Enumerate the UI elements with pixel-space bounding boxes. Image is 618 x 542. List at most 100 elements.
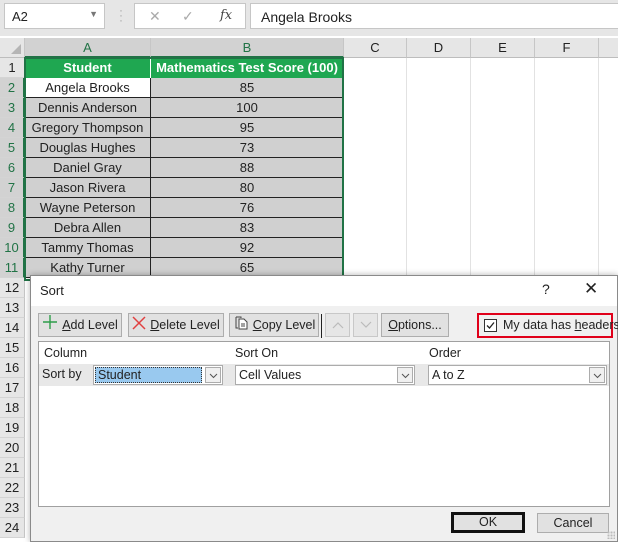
cell-b5[interactable]: 73: [151, 138, 344, 158]
row-header-23[interactable]: 23: [0, 498, 25, 518]
cell-b2[interactable]: 85: [151, 78, 344, 98]
chevron-down-icon: [360, 318, 372, 332]
row-header-20[interactable]: 20: [0, 438, 25, 458]
gridline: [598, 58, 599, 275]
cell-b10[interactable]: 92: [151, 238, 344, 258]
add-level-button[interactable]: Add Level: [38, 313, 122, 337]
cell-a4[interactable]: Gregory Thompson: [25, 118, 151, 138]
cell-a3[interactable]: Dennis Anderson: [25, 98, 151, 118]
row-header-10[interactable]: 10: [0, 238, 25, 258]
chevron-up-icon: [332, 318, 344, 332]
cell-a7[interactable]: Jason Rivera: [25, 178, 151, 198]
formula-bar: A2 ▼ · · · ✕ ✓ fx Angela Brooks: [0, 0, 618, 36]
row-header-4[interactable]: 4: [0, 118, 25, 138]
cell-a8[interactable]: Wayne Peterson: [25, 198, 151, 218]
sort-on-heading: Sort On: [235, 346, 279, 360]
cancel-button[interactable]: Cancel: [537, 513, 609, 533]
chevron-down-icon[interactable]: [589, 367, 605, 383]
checkbox-checked-icon[interactable]: [484, 319, 497, 332]
cell-b6[interactable]: 88: [151, 158, 344, 178]
dialog-title: Sort: [40, 283, 64, 298]
row-header-17[interactable]: 17: [0, 378, 25, 398]
cell-b3[interactable]: 100: [151, 98, 344, 118]
cell-b8[interactable]: 76: [151, 198, 344, 218]
sort-dialog: Sort ? ✕ Add Level Delete Level Copy Lev…: [30, 275, 618, 542]
gridline: [406, 58, 407, 275]
row-header-19[interactable]: 19: [0, 418, 25, 438]
checkbox-label: My data has headers: [503, 318, 618, 332]
ok-button[interactable]: OK: [451, 512, 525, 533]
resize-grip-icon[interactable]: [607, 531, 615, 539]
insert-function-icon[interactable]: fx: [220, 8, 232, 23]
cell-a6[interactable]: Daniel Gray: [25, 158, 151, 178]
formula-input[interactable]: Angela Brooks: [250, 3, 618, 29]
cell-b7[interactable]: 80: [151, 178, 344, 198]
move-up-button[interactable]: [325, 313, 350, 337]
cell-b4[interactable]: 95: [151, 118, 344, 138]
drag-handle-icon[interactable]: · · ·: [119, 4, 123, 26]
my-data-has-headers-checkbox[interactable]: My data has headers: [477, 313, 618, 338]
options-button[interactable]: Options...: [381, 313, 449, 337]
chevron-down-icon[interactable]: [205, 367, 221, 383]
column-header-g[interactable]: [599, 38, 618, 58]
gridline: [534, 58, 535, 275]
row-header-5[interactable]: 5: [0, 138, 25, 158]
row-header-11[interactable]: 11: [0, 258, 25, 278]
column-select[interactable]: Student: [93, 365, 223, 385]
row-header-6[interactable]: 6: [0, 158, 25, 178]
row-header-16[interactable]: 16: [0, 358, 25, 378]
column-header-c[interactable]: C: [344, 38, 407, 58]
column-header-e[interactable]: E: [471, 38, 535, 58]
chevron-down-icon[interactable]: ▼: [89, 9, 98, 19]
row-header-1[interactable]: 1: [0, 58, 25, 78]
close-button[interactable]: ✕: [584, 279, 598, 299]
enter-entry-icon[interactable]: ✓: [182, 8, 194, 25]
row-header-13[interactable]: 13: [0, 298, 25, 318]
copy-icon: [233, 314, 249, 337]
row-header-24[interactable]: 24: [0, 518, 25, 538]
cell-a2[interactable]: Angela Brooks: [25, 78, 151, 98]
row-header-22[interactable]: 22: [0, 478, 25, 498]
row-header-14[interactable]: 14: [0, 318, 25, 338]
row-header-18[interactable]: 18: [0, 398, 25, 418]
cell-b9[interactable]: 83: [151, 218, 344, 238]
help-button[interactable]: ?: [542, 281, 550, 297]
row-header-3[interactable]: 3: [0, 98, 25, 118]
delete-level-button[interactable]: Delete Level: [128, 313, 224, 337]
cell-a1[interactable]: Student: [25, 58, 151, 78]
row-header-8[interactable]: 8: [0, 198, 25, 218]
row-header-12[interactable]: 12: [0, 278, 25, 298]
row-header-2[interactable]: 2: [0, 78, 25, 98]
copy-level-button[interactable]: Copy Level: [229, 313, 319, 337]
column-header-a[interactable]: A: [25, 38, 151, 58]
dialog-titlebar[interactable]: Sort ? ✕: [31, 276, 617, 306]
column-header-b[interactable]: B: [151, 38, 344, 58]
sort-by-label: Sort by: [42, 367, 82, 381]
row-header-9[interactable]: 9: [0, 218, 25, 238]
order-heading: Order: [429, 346, 461, 360]
cell-a5[interactable]: Douglas Hughes: [25, 138, 151, 158]
column-header-d[interactable]: D: [407, 38, 471, 58]
sort-level-row[interactable]: Sort by Student Cell Values A to Z: [39, 364, 609, 386]
column-header-f[interactable]: F: [535, 38, 599, 58]
cancel-entry-icon[interactable]: ✕: [149, 8, 161, 25]
formula-buttons: ✕ ✓ fx: [134, 3, 246, 29]
row-header-15[interactable]: 15: [0, 338, 25, 358]
row-header-7[interactable]: 7: [0, 178, 25, 198]
move-down-button[interactable]: [353, 313, 378, 337]
toolbar-separator: [321, 314, 322, 338]
chevron-down-icon[interactable]: [397, 367, 413, 383]
gridline: [470, 58, 471, 275]
sort-levels-table: Column Sort On Order Sort by Student Cel…: [38, 341, 610, 507]
name-box-value: A2: [12, 9, 28, 24]
name-box[interactable]: A2 ▼: [4, 3, 105, 29]
cell-a10[interactable]: Tammy Thomas: [25, 238, 151, 258]
select-all-button[interactable]: [0, 38, 25, 58]
order-select[interactable]: A to Z: [428, 365, 607, 385]
x-icon: [132, 315, 146, 337]
row-header-21[interactable]: 21: [0, 458, 25, 478]
cell-b1[interactable]: Mathematics Test Score (100): [151, 58, 344, 78]
cell-a9[interactable]: Debra Allen: [25, 218, 151, 238]
sort-on-select[interactable]: Cell Values: [235, 365, 415, 385]
formula-value: Angela Brooks: [261, 9, 353, 25]
